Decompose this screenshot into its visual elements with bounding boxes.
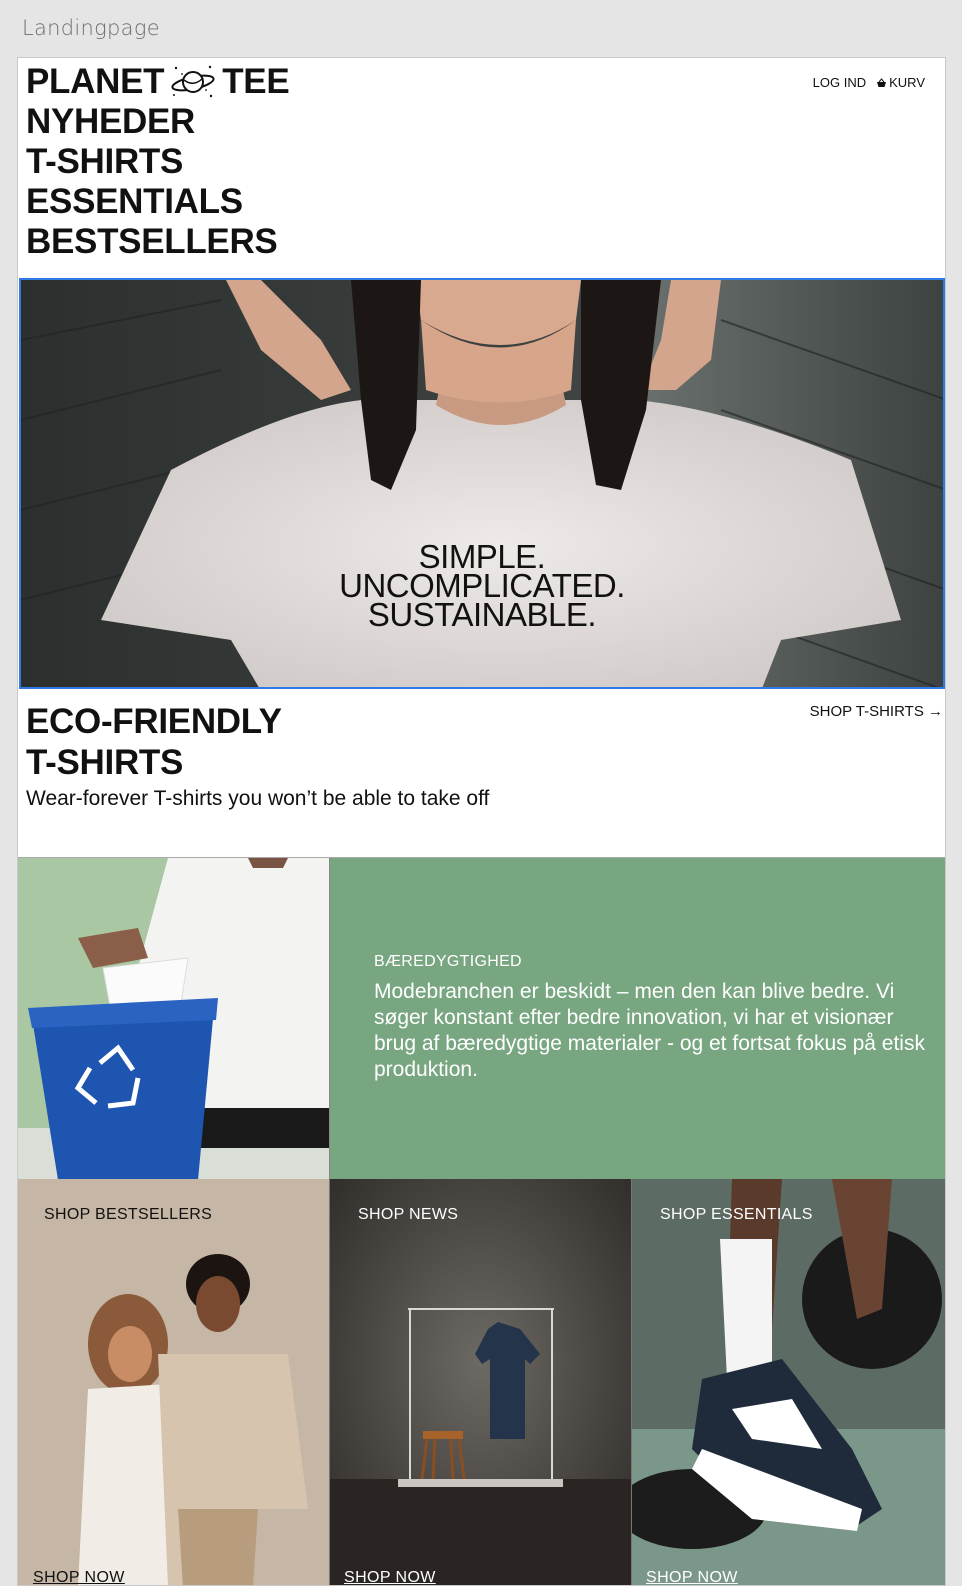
header-actions: LOG IND KURV: [813, 75, 925, 90]
landing-page-frame: PLANET TEE NYHEDER T-SHIRTS ESSENTIALS B…: [17, 57, 946, 1586]
recycling-photo: [18, 858, 329, 1180]
nav-item-essentials[interactable]: ESSENTIALS: [26, 182, 277, 222]
hero-line-3: SUSTAINABLE.: [367, 596, 597, 633]
site-header: PLANET TEE NYHEDER T-SHIRTS ESSENTIALS B…: [18, 58, 945, 278]
sustainability-panel: BÆREDYGTIGHED Modebranchen er beskidt – …: [329, 858, 945, 1180]
nav-item-t-shirts[interactable]: T-SHIRTS: [26, 142, 277, 182]
eco-subtitle: Wear-forever T-shirts you won’t be able …: [26, 787, 490, 810]
hero-banner[interactable]: SIMPLE. UNCOMPLICATED. SUSTAINABLE.: [19, 278, 945, 689]
shop-t-shirts-link[interactable]: SHOP T-SHIRTS →: [810, 703, 943, 720]
planet-icon: [171, 65, 215, 98]
sustainability-kicker: BÆREDYGTIGHED: [374, 953, 522, 970]
tile-news-cta[interactable]: SHOP NOW: [344, 1569, 436, 1585]
tile-bestsellers[interactable]: SHOP BESTSELLERS SHOP NOW: [18, 1179, 329, 1585]
tile-essentials-cta[interactable]: SHOP NOW: [646, 1569, 738, 1585]
login-link[interactable]: LOG IND: [813, 75, 866, 90]
bestsellers-photo: [18, 1179, 329, 1585]
eco-title-line-2: T-SHIRTS: [26, 743, 184, 782]
sustainability-section: BÆREDYGTIGHED Modebranchen er beskidt – …: [18, 857, 945, 1180]
nav-item-nyheder[interactable]: NYHEDER: [26, 102, 277, 142]
tile-essentials[interactable]: SHOP ESSENTIALS SHOP NOW: [631, 1179, 945, 1585]
main-nav: NYHEDER T-SHIRTS ESSENTIALS BESTSELLERS: [26, 102, 278, 262]
brand-name-right: TEE: [222, 62, 290, 101]
news-photo: [330, 1179, 631, 1585]
eco-title-line-1: ECO-FRIENDLY: [26, 702, 282, 741]
brand-logo[interactable]: PLANET TEE: [26, 62, 290, 102]
tile-essentials-title: SHOP ESSENTIALS: [660, 1206, 813, 1223]
nav-item-bestsellers[interactable]: BESTSELLERS: [26, 222, 278, 262]
eco-title: ECO-FRIENDLY T-SHIRTS: [26, 701, 282, 783]
sustainability-text: Modebranchen er beskidt – men den kan bl…: [374, 980, 925, 1081]
cart-label: KURV: [889, 75, 925, 90]
cart-link[interactable]: KURV: [876, 75, 925, 90]
tile-bestsellers-cta[interactable]: SHOP NOW: [33, 1569, 125, 1585]
basket-icon: [877, 77, 887, 87]
eco-section: ECO-FRIENDLY T-SHIRTS Wear-forever T-shi…: [18, 689, 945, 857]
shop-tiles: SHOP BESTSELLERS SHOP NOW SHOP NEWS SHOP…: [18, 1179, 945, 1585]
hero-headline: SIMPLE. UNCOMPLICATED. SUSTAINABLE.: [21, 540, 943, 633]
tile-news-title: SHOP NEWS: [358, 1206, 459, 1223]
brand-name-left: PLANET: [26, 62, 165, 101]
frame-title: Landingpage: [22, 16, 160, 40]
essentials-photo: [632, 1179, 945, 1585]
recycling-image: [18, 858, 329, 1180]
tile-news[interactable]: SHOP NEWS SHOP NOW: [329, 1179, 631, 1585]
tile-bestsellers-title: SHOP BESTSELLERS: [44, 1206, 213, 1223]
